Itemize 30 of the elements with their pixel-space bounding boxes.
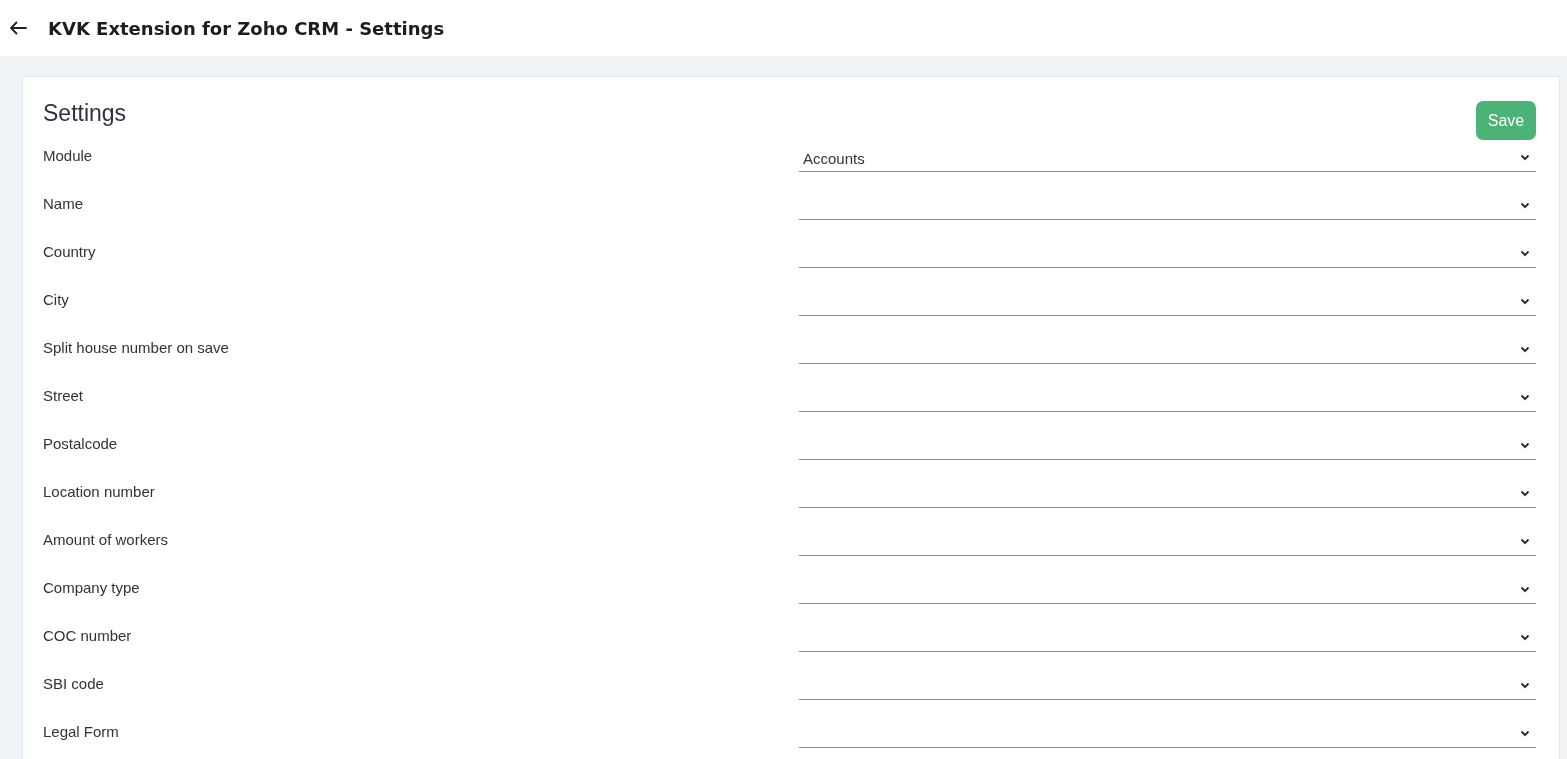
chevron-down-icon bbox=[1520, 442, 1530, 449]
field-label: Name bbox=[43, 194, 83, 214]
chevron-down-icon bbox=[1520, 586, 1530, 593]
field-label: Legal Form bbox=[43, 722, 119, 742]
chevron-down-icon bbox=[1520, 490, 1530, 497]
field-label: COC number bbox=[43, 626, 132, 646]
section-title: Settings bbox=[43, 99, 127, 128]
field-label: Amount of workers bbox=[43, 530, 169, 550]
chevron-down-icon bbox=[1520, 730, 1530, 737]
page-title: KVK Extension for Zoho CRM - Settings bbox=[48, 17, 445, 39]
field-label: City bbox=[43, 290, 69, 310]
field-label: Location number bbox=[43, 482, 155, 502]
chevron-down-icon bbox=[1520, 394, 1530, 401]
field-label: Country bbox=[43, 242, 96, 262]
dropdown-field[interactable]: Accounts bbox=[799, 144, 1536, 172]
back-arrow-icon bbox=[9, 21, 27, 35]
field-label: Street bbox=[43, 386, 84, 406]
field-label: Module bbox=[43, 146, 93, 166]
chevron-down-icon bbox=[1520, 298, 1530, 305]
field-label: SBI code bbox=[43, 674, 104, 694]
chevron-down-icon bbox=[1520, 634, 1530, 641]
field-label: Postalcode bbox=[43, 434, 118, 454]
field-label: Company type bbox=[43, 578, 140, 598]
chevron-down-icon bbox=[1520, 250, 1530, 257]
chevron-down-icon bbox=[1520, 154, 1530, 161]
field-label: Split house number on save bbox=[43, 338, 229, 358]
chevron-down-icon bbox=[1520, 682, 1530, 689]
chevron-down-icon bbox=[1520, 346, 1530, 353]
chevron-down-icon bbox=[1520, 538, 1530, 545]
chevron-down-icon bbox=[1520, 202, 1530, 209]
